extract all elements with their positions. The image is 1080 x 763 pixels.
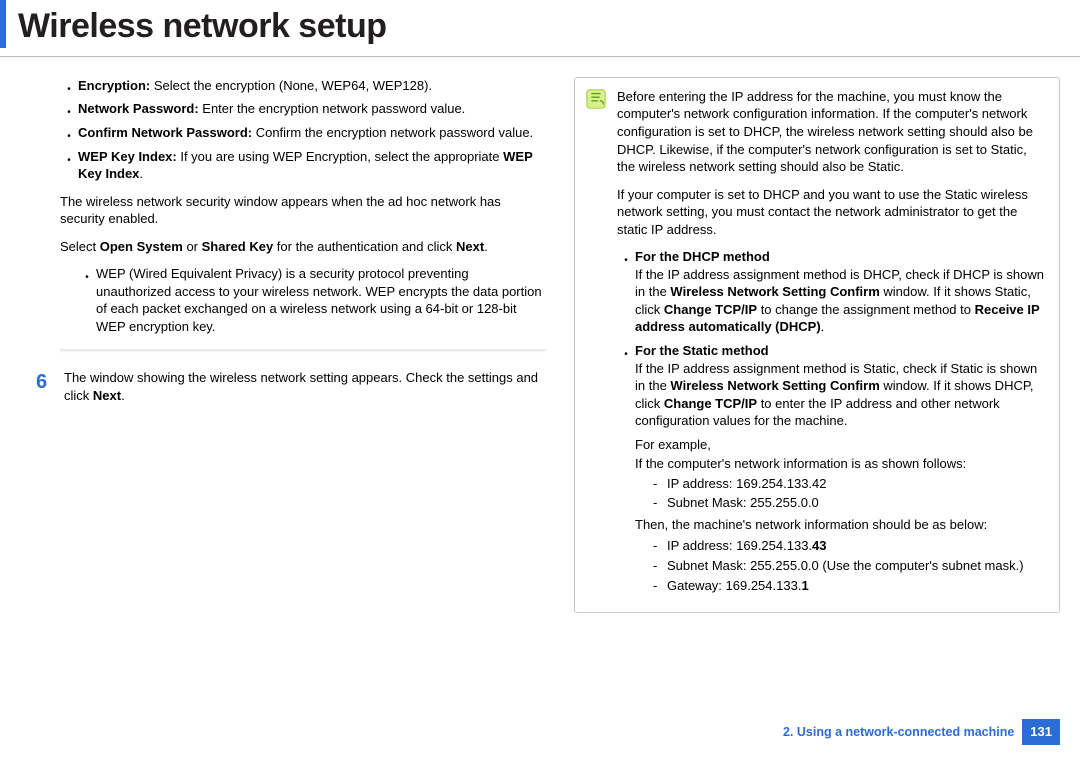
bullet-wep-explanation: WEP (Wired Equivalent Privacy) is a secu…: [60, 265, 546, 335]
info-note-box: Before entering the IP address for the m…: [574, 77, 1060, 613]
for-example-text: For example,: [635, 436, 1047, 454]
bullet-dhcp-method: For the DHCP method If the IP address as…: [617, 248, 1047, 336]
page-title: Wireless network setup: [0, 0, 1080, 50]
dash-icon: [653, 494, 667, 512]
bullet-dot-icon: [617, 248, 635, 336]
paragraph-security-window: The wireless network security window app…: [60, 193, 546, 228]
title-accent-bar: [0, 0, 6, 48]
bullet-confirm-password: Confirm Network Password: Confirm the en…: [60, 124, 546, 142]
dash-ip-address-2: IP address: 169.254.133.43: [635, 537, 1047, 555]
bullet-encryption: Encryption: Select the encryption (None,…: [60, 77, 546, 95]
bullet-dot-icon: [60, 124, 78, 142]
note-icon: [585, 88, 607, 110]
bullet-dot-icon: [78, 265, 96, 335]
dash-icon: [653, 557, 667, 575]
bullet-text: Network Password: Enter the encryption n…: [78, 100, 546, 118]
note-paragraph-1: Before entering the IP address for the m…: [617, 88, 1047, 176]
bullet-static-method: For the Static method If the IP address …: [617, 342, 1047, 596]
dash-icon: [653, 475, 667, 493]
footer-page-number: 131: [1022, 719, 1060, 745]
step-text: The window showing the wireless network …: [64, 369, 546, 404]
content-columns: Encryption: Select the encryption (None,…: [0, 77, 1080, 625]
bullet-text: WEP (Wired Equivalent Privacy) is a secu…: [96, 265, 546, 335]
bullet-text: For the Static method If the IP address …: [635, 342, 1047, 596]
step-number: 6: [36, 369, 64, 396]
dash-subnet-mask-2: Subnet Mask: 255.255.0.0 (Use the comput…: [635, 557, 1047, 575]
paragraph-open-system: Select Open System or Shared Key for the…: [60, 238, 546, 256]
bullet-text: Encryption: Select the encryption (None,…: [78, 77, 546, 95]
bullet-text: WEP Key Index: If you are using WEP Encr…: [78, 148, 546, 183]
page-footer: 2. Using a network-connected machine 131: [783, 719, 1060, 745]
bullet-text: Confirm Network Password: Confirm the en…: [78, 124, 546, 142]
bullet-dot-icon: [60, 77, 78, 95]
step-6: 6 The window showing the wireless networ…: [36, 369, 546, 404]
dash-subnet-mask-1: Subnet Mask: 255.255.0.0: [635, 494, 1047, 512]
title-divider: [0, 56, 1080, 57]
bullet-wep-key-index: WEP Key Index: If you are using WEP Encr…: [60, 148, 546, 183]
bullet-dot-icon: [617, 342, 635, 596]
bullet-text: For the DHCP method If the IP address as…: [635, 248, 1047, 336]
then-text: Then, the machine's network information …: [635, 516, 1047, 534]
note-paragraph-2: If your computer is set to DHCP and you …: [617, 186, 1047, 239]
bullet-dot-icon: [60, 100, 78, 118]
dash-icon: [653, 537, 667, 555]
footer-chapter-text: 2. Using a network-connected machine: [783, 724, 1014, 741]
right-column: Before entering the IP address for the m…: [574, 77, 1060, 625]
section-divider: [60, 349, 546, 353]
bullet-network-password: Network Password: Enter the encryption n…: [60, 100, 546, 118]
follows-text: If the computer's network information is…: [635, 455, 1047, 473]
left-column: Encryption: Select the encryption (None,…: [60, 77, 546, 625]
dash-ip-address-1: IP address: 169.254.133.42: [635, 475, 1047, 493]
bullet-dot-icon: [60, 148, 78, 183]
dash-icon: [653, 577, 667, 595]
dash-gateway: Gateway: 169.254.133.1: [635, 577, 1047, 595]
